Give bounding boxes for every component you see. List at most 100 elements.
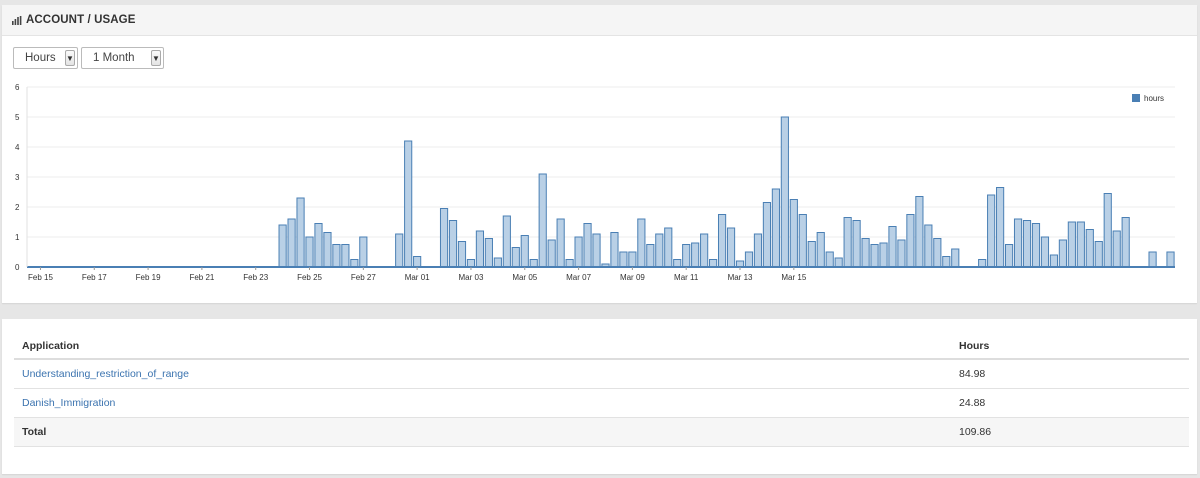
bar [457, 241, 467, 268]
bar [664, 227, 673, 268]
bar [978, 259, 987, 268]
y-tick-label: 3 [15, 173, 20, 182]
x-tick-label: Feb 25 [297, 273, 322, 282]
bar [637, 218, 646, 268]
bar [341, 244, 350, 268]
x-tick-label: Mar 05 [512, 273, 537, 282]
bar [1166, 251, 1175, 268]
table-row: Danish_Immigration 24.88 [14, 388, 1189, 418]
bar [1067, 221, 1076, 268]
bar [1022, 220, 1032, 268]
bar [511, 247, 520, 268]
metric-select[interactable]: Hours ▼ [13, 47, 78, 69]
x-tick-label: Mar 11 [674, 273, 699, 282]
total-label: Total [14, 417, 951, 447]
bar [924, 224, 933, 268]
column-header-application: Application [14, 334, 951, 360]
bar [413, 256, 422, 268]
bar [682, 244, 691, 268]
metric-select-value: Hours [25, 52, 56, 64]
bar [592, 233, 601, 268]
bar [1058, 239, 1067, 268]
x-tick-label: Feb 15 [28, 273, 53, 282]
chevron-down-icon[interactable]: ▼ [65, 50, 75, 66]
period-select-value: 1 Month [93, 52, 135, 64]
y-tick-label: 4 [15, 143, 20, 152]
x-tick-label: Mar 01 [405, 273, 430, 282]
bar [762, 202, 772, 268]
bar [897, 239, 906, 268]
bar [1013, 218, 1023, 268]
bar [538, 173, 547, 268]
bar [529, 259, 538, 268]
period-select[interactable]: 1 Month ▼ [81, 47, 164, 69]
bar [395, 233, 404, 268]
bar [448, 220, 458, 268]
bar [700, 233, 709, 268]
bar [1049, 254, 1059, 268]
table-row: Understanding_restriction_of_range 84.98 [14, 359, 1189, 389]
bar [547, 239, 556, 268]
bar [574, 236, 583, 268]
bar [475, 230, 485, 268]
bar [314, 223, 323, 268]
panel-header: ACCOUNT / USAGE [2, 5, 1197, 36]
bar [879, 242, 888, 268]
chevron-down-icon[interactable]: ▼ [151, 50, 161, 66]
bar [744, 251, 754, 268]
bar [502, 215, 511, 268]
bar [1076, 221, 1085, 268]
application-link[interactable]: Understanding_restriction_of_range [14, 359, 951, 389]
x-tick-label: Feb 23 [243, 273, 268, 282]
bar [332, 244, 341, 268]
bar [1148, 251, 1157, 268]
bar [753, 233, 763, 268]
legend-swatch [1132, 94, 1140, 102]
bar [484, 238, 493, 268]
bar [691, 242, 700, 268]
usage-panel: ACCOUNT / USAGE Hours ▼ 1 Month ▼ 0 1 2 3 4 5… [2, 5, 1197, 303]
x-tick-label: Mar 15 [781, 273, 806, 282]
bar [798, 214, 807, 268]
bar [915, 196, 924, 268]
hours-cell: 24.88 [951, 388, 1189, 418]
page-title: ACCOUNT / USAGE [26, 14, 136, 26]
bar [888, 226, 897, 268]
bar [717, 214, 727, 268]
bar [1040, 236, 1050, 268]
application-link[interactable]: Danish_Immigration [14, 388, 951, 418]
bar [933, 238, 942, 268]
bar [987, 194, 996, 268]
bar [278, 224, 287, 268]
bar [709, 259, 718, 268]
bar [296, 197, 305, 268]
bar [834, 257, 843, 268]
bar [1112, 230, 1121, 268]
bar [673, 259, 682, 268]
bar [466, 259, 476, 268]
hours-cell: 84.98 [951, 359, 1189, 389]
bar [1094, 241, 1103, 268]
bar [843, 217, 852, 268]
legend-label: hours [1144, 94, 1164, 103]
x-tick-label: Mar 09 [620, 273, 645, 282]
bar [942, 256, 951, 268]
bar [565, 259, 574, 268]
bar [439, 208, 449, 268]
bar [287, 218, 296, 268]
bar [1085, 229, 1094, 268]
bar [610, 232, 619, 268]
bar [861, 238, 870, 268]
bar [996, 187, 1005, 268]
bar [1121, 217, 1130, 268]
bar [556, 218, 565, 268]
table-header-row: Application Hours [14, 334, 1189, 360]
bar [359, 236, 368, 268]
x-tick-label: Mar 03 [459, 273, 484, 282]
usage-table: Application Hours Understanding_restrict… [14, 334, 1189, 447]
bar [852, 220, 861, 268]
bar [628, 251, 637, 268]
x-tick-label: Feb 19 [136, 273, 161, 282]
usage-table-panel: Application Hours Understanding_restrict… [2, 319, 1197, 474]
y-tick-label: 1 [15, 233, 20, 242]
